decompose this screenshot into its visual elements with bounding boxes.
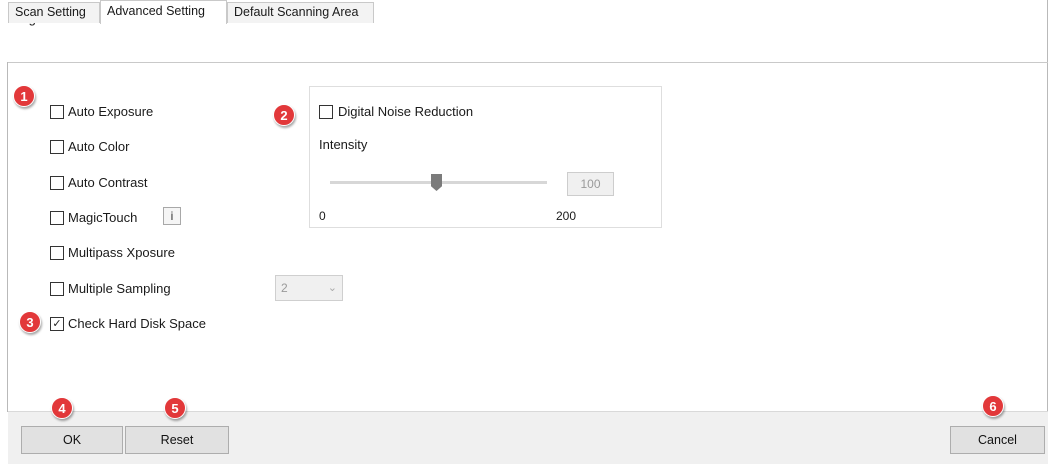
- callout-badge-1: 1: [13, 85, 35, 107]
- intensity-value-field[interactable]: 100: [567, 172, 614, 196]
- reset-button[interactable]: Reset: [125, 426, 229, 454]
- info-icon[interactable]: i: [163, 207, 181, 225]
- auto-contrast-label: Auto Contrast: [68, 175, 148, 190]
- digital-noise-reduction-checkbox[interactable]: [319, 105, 333, 119]
- intensity-label: Intensity: [319, 137, 368, 152]
- tab-scan-setting[interactable]: Scan Setting: [8, 2, 100, 23]
- digital-noise-reduction-label: Digital Noise Reduction: [338, 104, 474, 119]
- auto-exposure-checkbox[interactable]: [50, 105, 64, 119]
- auto-color-label: Auto Color: [68, 139, 130, 154]
- tab-divider: [8, 62, 1048, 63]
- check-hard-disk-space-checkbox[interactable]: ✓: [50, 317, 64, 331]
- multiple-sampling-label: Multiple Sampling: [68, 281, 171, 296]
- check-hard-disk-space-label: Check Hard Disk Space: [68, 316, 206, 331]
- callout-badge-5: 5: [164, 397, 186, 419]
- chevron-down-icon: ⌄: [327, 282, 337, 294]
- auto-color-checkbox[interactable]: [50, 140, 64, 154]
- multipass-xposure-label: Multipass Xposure: [68, 245, 175, 260]
- cancel-button[interactable]: Cancel: [950, 426, 1045, 454]
- multiple-sampling-select[interactable]: 2 ⌄: [275, 275, 343, 301]
- auto-contrast-checkbox[interactable]: [50, 176, 64, 190]
- callout-badge-2: 2: [273, 104, 295, 126]
- callout-badge-3: 3: [19, 311, 41, 333]
- callout-badge-6: 6: [982, 395, 1004, 417]
- callout-badge-4: 4: [51, 397, 73, 419]
- window-border-right: [1047, 0, 1048, 464]
- window-border-left: [7, 62, 8, 412]
- tab-advanced-setting[interactable]: Advanced Setting: [100, 0, 227, 24]
- multipass-xposure-checkbox[interactable]: [50, 246, 64, 260]
- multiple-sampling-checkbox[interactable]: [50, 282, 64, 296]
- multiple-sampling-value: 2: [281, 281, 288, 295]
- intensity-max-label: 200: [556, 209, 577, 223]
- tab-default-scanning-area[interactable]: Default Scanning Area: [227, 2, 374, 23]
- auto-exposure-label: Auto Exposure: [68, 104, 154, 119]
- preferences-dialog: Negative Preference Scan Setting Advance…: [0, 0, 1050, 464]
- check-icon: ✓: [52, 317, 62, 330]
- magictouch-label: MagicTouch: [68, 210, 138, 225]
- magictouch-checkbox[interactable]: [50, 211, 64, 225]
- ok-button[interactable]: OK: [21, 426, 123, 454]
- intensity-min-label: 0: [319, 209, 326, 223]
